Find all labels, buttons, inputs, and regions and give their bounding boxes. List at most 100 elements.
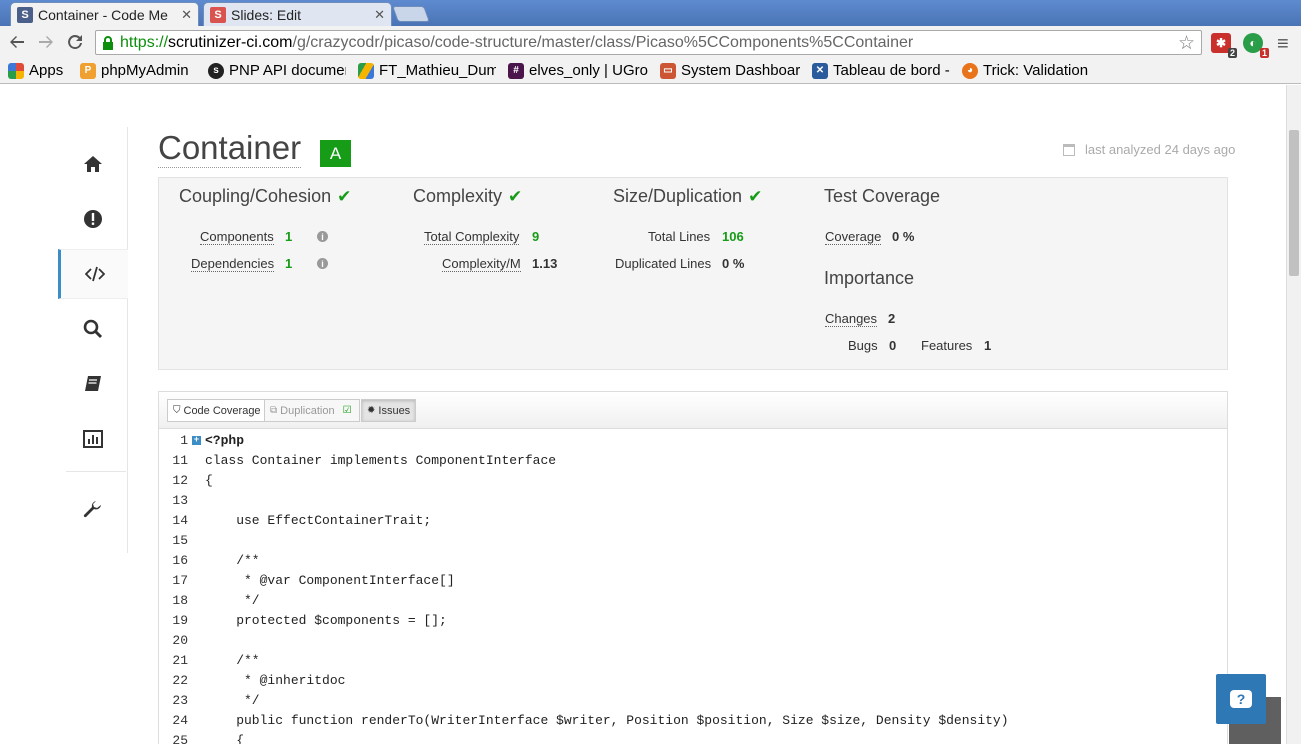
search-icon (83, 319, 103, 339)
code-line: 16 /** (172, 552, 260, 568)
bookmark-system-dashboard[interactable]: ▭ System Dashboar (660, 62, 800, 79)
help-button[interactable]: ? (1216, 674, 1266, 724)
features-label: Features (921, 338, 973, 353)
bugs-value: 0 (889, 338, 897, 353)
coverage-value: 0 % (892, 229, 915, 244)
bookmark-apps[interactable]: Apps (8, 62, 68, 79)
page-content: Container A last analyzed 24 days ago Co… (0, 85, 1286, 744)
back-arrow-icon (10, 36, 24, 48)
checkbox-checked-icon: ☑ (342, 405, 352, 416)
expand-icon[interactable]: + (192, 435, 201, 445)
wrench-icon (83, 501, 101, 518)
copy-icon: ⧉ (270, 405, 278, 416)
coverage-label[interactable]: Coverage (825, 229, 882, 245)
crossed-tools-icon: ✕ (812, 62, 828, 79)
nav-issues[interactable] (58, 194, 128, 244)
forward-button[interactable] (35, 31, 57, 53)
size-heading: Size/Duplication ✔ (613, 186, 763, 206)
browser-tab-slides[interactable]: S Slides: Edit ✕ (203, 2, 392, 26)
code-panel: ⛉ Code Coverage ⧉ Duplication ☑ ✹ Issues 1 +… (158, 391, 1228, 744)
forward-arrow-icon (39, 36, 53, 48)
scrutinizer-favicon-icon: S (17, 6, 33, 23)
book-icon (85, 376, 101, 391)
check-icon: ✔ (508, 186, 523, 206)
apps-grid-icon (8, 62, 24, 79)
tab-title: Container - Code Me (38, 6, 168, 23)
bookmark-phpmyadmin[interactable]: PphpMyAdmin (80, 62, 196, 79)
google-drive-icon (358, 62, 374, 79)
metrics-panel: Coupling/Cohesion ✔ Components 1 i Depend… (158, 177, 1228, 370)
close-tab-icon[interactable]: ✕ (181, 7, 192, 23)
reload-icon (68, 34, 82, 49)
code-line: 17 * @var ComponentInterface[] (172, 572, 455, 588)
check-icon: ✔ (337, 186, 352, 206)
back-button[interactable] (6, 31, 28, 53)
side-navigation (58, 127, 128, 553)
symfony-icon: s (208, 62, 224, 79)
code-line: 22 * @inheritdoc (172, 672, 346, 688)
page-title: Container (158, 129, 302, 168)
duplication-tab[interactable]: ⧉ Duplication ☑ (264, 399, 360, 422)
info-icon[interactable]: i (317, 258, 328, 269)
red-extension-icon[interactable]: ✱ 2 (1211, 33, 1237, 58)
code-view-toolbar: ⛉ Code Coverage ⧉ Duplication ☑ ✹ Issues (159, 392, 1227, 429)
code-line: 25 { (172, 732, 245, 744)
test-coverage-heading: Test Coverage (824, 186, 941, 206)
nav-code[interactable] (58, 249, 128, 299)
code-line: 19 protected $components = []; (172, 612, 447, 628)
nav-search[interactable] (58, 304, 128, 354)
close-tab-icon[interactable]: ✕ (374, 7, 385, 23)
calendar-icon (1063, 143, 1075, 156)
bookmark-pnp-api[interactable]: s PNP API documer (208, 62, 346, 79)
code-coverage-tab[interactable]: ⛉ Code Coverage (167, 399, 267, 422)
changes-label[interactable]: Changes (825, 311, 878, 327)
browser-menu-icon[interactable]: ≡ (1277, 33, 1289, 56)
bookmark-tableau-de-bord[interactable]: ✕ Tableau de bord - (812, 62, 950, 79)
issues-tab[interactable]: ✹ Issues (361, 399, 417, 422)
nav-statistics[interactable] (58, 414, 128, 464)
complexity-per-method-label[interactable]: Complexity/M (442, 256, 521, 272)
nav-docs[interactable] (58, 359, 128, 409)
dependencies-value[interactable]: 1 (285, 256, 292, 271)
reload-button[interactable] (64, 31, 86, 53)
code-icon (84, 266, 105, 282)
info-icon[interactable]: i (317, 231, 328, 242)
scrollbar-thumb[interactable] (1289, 130, 1299, 276)
changes-value: 2 (888, 311, 896, 326)
total-complexity-value: 9 (532, 229, 540, 244)
total-lines-value: 106 (722, 229, 744, 244)
home-icon (84, 156, 102, 172)
code-line: 11 class Container implements ComponentIn… (172, 452, 557, 468)
complexity-heading: Complexity ✔ (413, 186, 523, 206)
features-value: 1 (984, 338, 992, 353)
dashboard-icon: ▭ (660, 62, 676, 79)
bookmark-star-icon[interactable]: ☆ (1178, 32, 1195, 54)
total-lines-label: Total Lines (648, 229, 711, 244)
bookmark-elves-only[interactable]: # elves_only | UGro (508, 62, 648, 79)
nav-home[interactable] (58, 139, 128, 189)
importance-heading: Importance (824, 268, 915, 288)
total-complexity-label[interactable]: Total Complexity (424, 229, 520, 245)
components-label[interactable]: Components (200, 229, 274, 245)
bookmark-trick-validation[interactable]: ◕ Trick: Validation (962, 62, 1102, 79)
duplicated-lines-label: Duplicated Lines (615, 256, 712, 271)
bookmarks-bar: Apps PphpMyAdmin s PNP API documer FT_Mat… (0, 58, 1301, 84)
components-value[interactable]: 1 (285, 229, 292, 244)
nav-settings[interactable] (58, 485, 128, 535)
duplicated-lines-value: 0 % (722, 256, 745, 271)
slides-favicon-icon: S (210, 6, 226, 23)
dependencies-label[interactable]: Dependencies (191, 256, 275, 272)
address-bar[interactable]: https://scrutinizer-ci.com/g/crazycodr/p… (95, 30, 1202, 55)
bugs-label: Bugs (848, 338, 878, 353)
green-extension-icon[interactable]: ◐ 1 (1243, 33, 1269, 58)
new-tab-button[interactable] (392, 6, 430, 22)
grade-badge: A (320, 140, 351, 167)
url-path: /g/crazycodr/picaso/code-structure/maste… (292, 33, 914, 51)
chart-icon (83, 430, 103, 448)
last-analyzed: last analyzed 24 days ago (1063, 142, 1235, 157)
code-line: 21 /** (172, 652, 260, 668)
phpmyadmin-icon: P (80, 62, 96, 79)
bookmark-ft-mathieu[interactable]: FT_Mathieu_Dum (358, 62, 496, 79)
code-line: 13 (172, 492, 188, 508)
browser-tab-container[interactable]: S Container - Code Me ✕ (10, 2, 199, 26)
